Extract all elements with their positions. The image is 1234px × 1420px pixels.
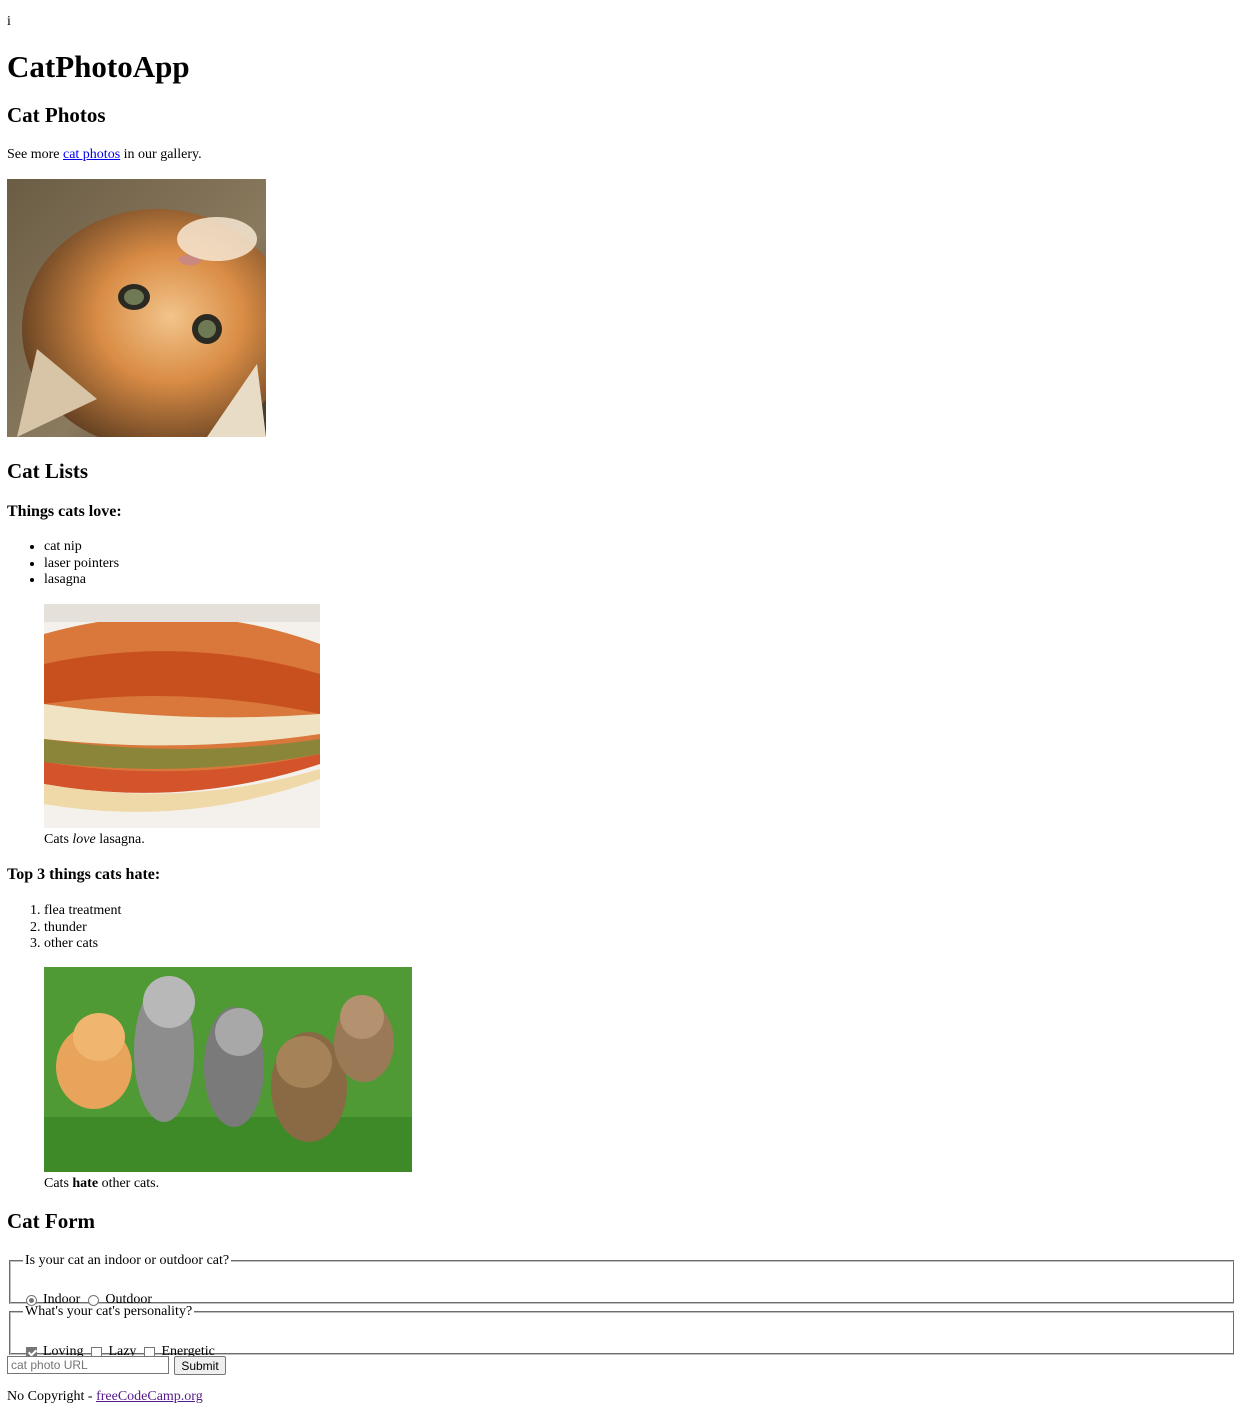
- cats-love-list: cat nip laser pointers lasagna: [7, 539, 119, 589]
- lasagna-figure: Cats love lasagna.: [44, 604, 320, 849]
- cats-figure: Cats hate other cats.: [44, 967, 412, 1193]
- cats-hate-list: flea treatment thunder other cats: [7, 903, 121, 953]
- caption-strong: hate: [72, 1176, 99, 1191]
- cat-lists-heading: Cat Lists: [7, 459, 89, 483]
- cat-photos-link[interactable]: cat photos: [63, 147, 120, 162]
- caption-text: Cats: [44, 832, 73, 847]
- stray-text: i: [7, 14, 11, 29]
- caption-text: lasagna.: [95, 832, 145, 847]
- list-item: thunder: [44, 920, 121, 937]
- list-item: cat nip: [44, 539, 119, 556]
- things-cats-love-heading: Things cats love:: [7, 503, 122, 520]
- personality-fieldset: What's your cat's personality? Loving La…: [9, 1304, 1234, 1359]
- cats-caption: Cats hate other cats.: [44, 1176, 412, 1193]
- lasagna-photo: [44, 604, 320, 828]
- page-title: CatPhotoApp: [7, 49, 190, 84]
- indoor-outdoor-fieldset: Is your cat an indoor or outdoor cat? In…: [9, 1253, 1234, 1307]
- submit-button[interactable]: Submit: [174, 1356, 226, 1375]
- caption-text: Cats: [44, 1176, 73, 1191]
- list-item: laser pointers: [44, 556, 119, 573]
- indoor-outdoor-legend: Is your cat an indoor or outdoor cat?: [25, 1253, 230, 1268]
- cat-photo-url-input[interactable]: [7, 1356, 169, 1374]
- lasagna-caption: Cats love lasagna.: [44, 832, 320, 849]
- relaxing-cat-photo: [7, 179, 266, 437]
- freecodecamp-link[interactable]: freeCodeCamp.org: [96, 1389, 203, 1404]
- cat-form-heading: Cat Form: [7, 1209, 96, 1233]
- relaxing-cat-image[interactable]: [7, 179, 266, 437]
- footer: No Copyright - freeCodeCamp.org: [7, 1389, 203, 1406]
- top-3-things-cats-hate-heading: Top 3 things cats hate:: [7, 866, 161, 883]
- list-item: lasagna: [44, 572, 119, 589]
- gallery-text-after: in our gallery.: [120, 147, 202, 162]
- list-item: other cats: [44, 936, 121, 953]
- cat-photo-app-page: i CatPhotoApp Cat Photos See more cat ph…: [0, 0, 1234, 1420]
- list-item: flea treatment: [44, 903, 121, 920]
- caption-text: other cats.: [98, 1176, 160, 1191]
- gallery-paragraph: See more cat photos in our gallery.: [7, 147, 202, 164]
- personality-legend: What's your cat's personality?: [25, 1304, 193, 1319]
- five-cats-image: [44, 967, 412, 1172]
- cat-photos-heading: Cat Photos: [7, 103, 106, 127]
- caption-emphasis: love: [72, 832, 96, 847]
- five-cats-photo: [44, 967, 412, 1172]
- lasagna-image: [44, 604, 320, 828]
- gallery-text-before: See more: [7, 147, 63, 162]
- footer-text: No Copyright -: [7, 1389, 97, 1404]
